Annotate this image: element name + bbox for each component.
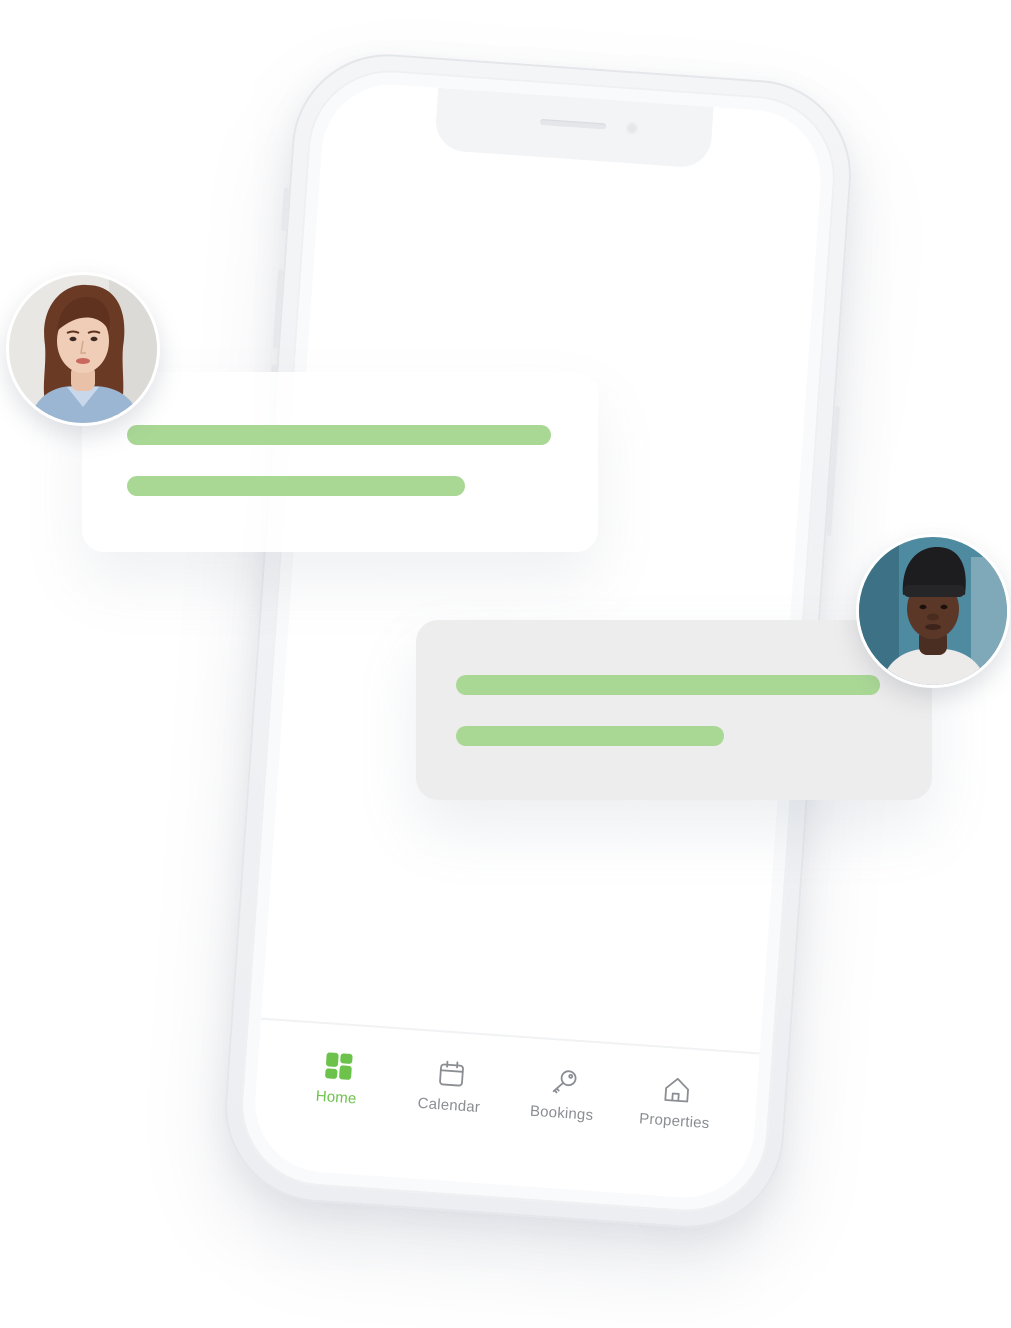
silent-switch	[280, 187, 290, 232]
message-text-placeholder	[456, 726, 724, 746]
tab-home[interactable]: Home	[281, 1047, 395, 1110]
message-text-placeholder	[127, 476, 465, 496]
tab-label-bookings: Bookings	[529, 1102, 594, 1124]
chat-message-card	[82, 372, 598, 552]
chat-message-card	[416, 620, 932, 800]
woman-avatar	[6, 272, 160, 426]
power-button	[826, 406, 841, 537]
bottom-tab-bar: Home Calendar Bookings Properties	[250, 1017, 760, 1203]
calendar-icon	[435, 1058, 467, 1090]
tab-properties[interactable]: Properties	[619, 1071, 733, 1134]
message-text-placeholder	[456, 675, 880, 695]
man-avatar	[856, 534, 1010, 688]
front-camera	[625, 121, 639, 135]
tab-label-properties: Properties	[638, 1110, 711, 1133]
grid-icon	[322, 1050, 354, 1082]
volume-up-button	[272, 268, 284, 350]
phone-notch	[434, 87, 714, 169]
speaker-grille	[540, 118, 607, 130]
tab-label-calendar: Calendar	[417, 1094, 481, 1117]
tab-calendar[interactable]: Calendar	[393, 1055, 507, 1118]
message-text-placeholder	[127, 425, 551, 445]
key-icon	[548, 1066, 580, 1098]
house-icon	[661, 1074, 693, 1106]
tab-label-home: Home	[315, 1087, 358, 1108]
tab-bookings[interactable]: Bookings	[506, 1063, 620, 1126]
